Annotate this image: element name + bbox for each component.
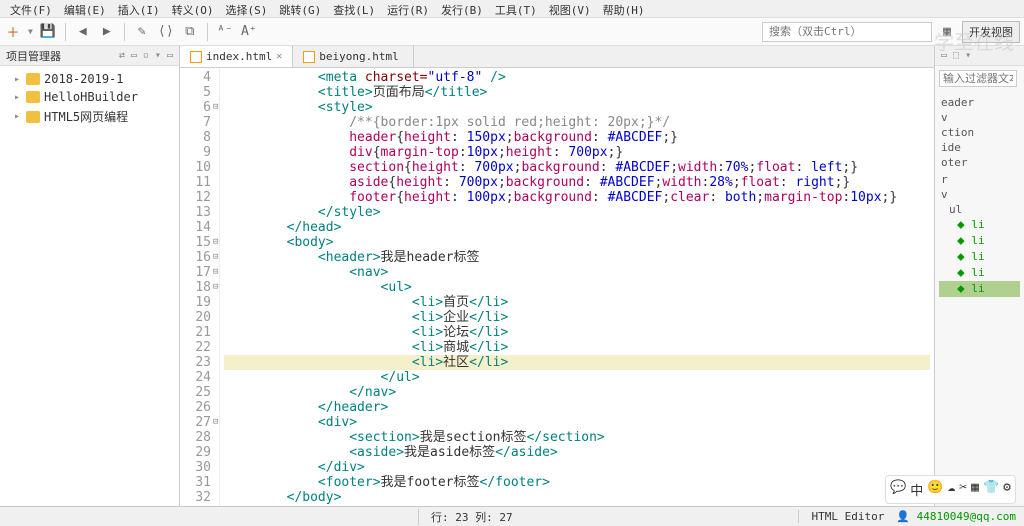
tree-item[interactable]: HTML5网页编程: [4, 106, 175, 127]
panel-title: 项目管理器: [6, 48, 61, 64]
dev-view-button[interactable]: 开发视图: [962, 21, 1020, 43]
grid-icon[interactable]: ▦: [938, 23, 956, 41]
menu-item[interactable]: 帮助(H): [597, 0, 651, 17]
menu-item[interactable]: 工具(T): [489, 0, 543, 17]
project-tree: 2018-2019-1HelloHBuilderHTML5网页编程: [0, 66, 179, 131]
cursor-pos: 行: 23 列: 27: [418, 509, 525, 525]
outline-tree: eadervctionideoterrvul⬥ li⬥ li⬥ li⬥ li⬥ …: [935, 91, 1024, 301]
search-input[interactable]: [762, 22, 932, 42]
outline-item[interactable]: ⬥ li: [939, 281, 1020, 297]
status-bar: 行: 23 列: 27 HTML Editor 👤 44810049@qq.co…: [0, 506, 1024, 526]
copy-icon[interactable]: ⧉: [181, 23, 199, 41]
outline-item[interactable]: ⬥ li: [939, 217, 1020, 233]
tab[interactable]: index.html ✕: [180, 46, 293, 67]
tab-bar: index.html ✕beiyong.html: [180, 46, 934, 68]
outline-item[interactable]: oter: [939, 155, 1020, 170]
menu-item[interactable]: 文件(F): [4, 0, 58, 17]
font-inc-icon[interactable]: A⁺: [240, 23, 258, 41]
cn-icon[interactable]: 中: [910, 480, 923, 499]
outline-item[interactable]: v: [939, 110, 1020, 125]
user-link[interactable]: 👤 44810049@qq.com: [896, 510, 1016, 523]
outline-item[interactable]: eader: [939, 95, 1020, 110]
menu-item[interactable]: 选择(S): [220, 0, 274, 17]
toolbar: ＋▼ 💾 ◀ ▶ ✎ ⟨⟩ ⧉ ᴬ⁻ A⁺ ▦ 开发视图: [0, 18, 1024, 46]
save-icon[interactable]: 💾: [39, 23, 57, 41]
filter-input[interactable]: [939, 70, 1017, 87]
editor: index.html ✕beiyong.html 456789101112131…: [180, 46, 934, 506]
tree-item[interactable]: HelloHBuilder: [4, 88, 175, 106]
outline-item[interactable]: v: [939, 187, 1020, 202]
gutter: 4567891011121314151617181920212223242526…: [180, 68, 220, 506]
menu-item[interactable]: 转义(O): [166, 0, 220, 17]
font-dec-icon[interactable]: ᴬ⁻: [216, 23, 234, 41]
project-panel: 项目管理器 ⇄ ▭ ▫ ▾ ▭ 2018-2019-1HelloHBuilder…: [0, 46, 180, 506]
cloud-icon[interactable]: ☁: [948, 480, 956, 499]
new-icon[interactable]: ＋: [4, 23, 22, 41]
editor-mode: HTML Editor: [798, 510, 896, 523]
outline-tools[interactable]: ▭ ⬚ ▾: [941, 50, 971, 61]
outline-item[interactable]: ction: [939, 125, 1020, 140]
float-toolbar: 💬 中 🙂 ☁ ✂ ▦ 👕 ⚙: [885, 475, 1016, 504]
outline-item[interactable]: ⬥ li: [939, 233, 1020, 249]
back-icon[interactable]: ◀: [74, 23, 92, 41]
shirt-icon[interactable]: 👕: [983, 480, 999, 499]
tree-item[interactable]: 2018-2019-1: [4, 70, 175, 88]
cut-icon[interactable]: ✂: [959, 480, 967, 499]
menubar: 文件(F)编辑(E)插入(I)转义(O)选择(S)跳转(G)查找(L)运行(R)…: [0, 0, 1024, 18]
grid2-icon[interactable]: ▦: [971, 480, 979, 499]
fwd-icon[interactable]: ▶: [98, 23, 116, 41]
outline-item[interactable]: ul: [939, 202, 1020, 217]
tag-icon[interactable]: ⟨⟩: [157, 23, 175, 41]
chat-icon[interactable]: 💬: [890, 480, 906, 499]
code-area[interactable]: 4567891011121314151617181920212223242526…: [180, 68, 934, 506]
outline-item[interactable]: r: [939, 172, 1020, 187]
outline-item[interactable]: ide: [939, 140, 1020, 155]
outline-item[interactable]: ⬥ li: [939, 249, 1020, 265]
panel-tools[interactable]: ⇄ ▭ ▫ ▾ ▭: [119, 50, 173, 61]
emoji-icon[interactable]: 🙂: [927, 480, 943, 499]
menu-item[interactable]: 视图(V): [543, 0, 597, 17]
tab[interactable]: beiyong.html: [293, 46, 413, 67]
menu-item[interactable]: 插入(I): [112, 0, 166, 17]
menu-item[interactable]: 编辑(E): [58, 0, 112, 17]
outline-item[interactable]: ⬥ li: [939, 265, 1020, 281]
menu-item[interactable]: 运行(R): [381, 0, 435, 17]
pencil-icon[interactable]: ✎: [133, 23, 151, 41]
menu-item[interactable]: 查找(L): [327, 0, 381, 17]
code-lines[interactable]: <meta charset="utf-8" /> <title>页面布局</ti…: [220, 68, 934, 506]
outline-panel: ▭ ⬚ ▾ eadervctionideoterrvul⬥ li⬥ li⬥ li…: [934, 46, 1024, 506]
gear-icon[interactable]: ⚙: [1003, 480, 1011, 499]
menu-item[interactable]: 发行(B): [435, 0, 489, 17]
menu-item[interactable]: 跳转(G): [273, 0, 327, 17]
